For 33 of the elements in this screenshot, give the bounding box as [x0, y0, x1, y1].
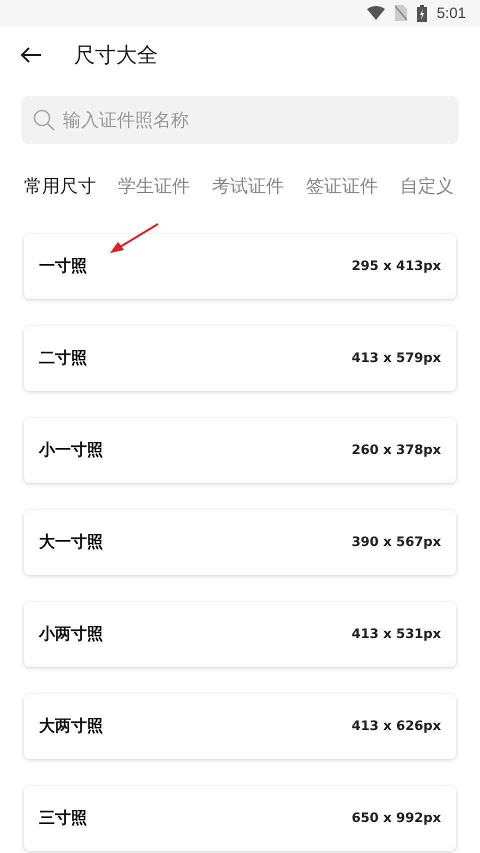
clock: 5:01	[436, 4, 466, 22]
size-card[interactable]: 大两寸照 413 x 626px	[24, 694, 456, 759]
back-icon[interactable]	[20, 46, 42, 64]
size-name: 大一寸照	[39, 532, 103, 553]
pixel-size: 413 x 626px	[352, 719, 441, 734]
page-title: 尺寸大全	[74, 42, 158, 69]
wifi-icon	[366, 6, 385, 20]
pixel-size: 413 x 579px	[352, 351, 441, 366]
search-field[interactable]: 输入证件照名称	[21, 96, 459, 144]
battery-icon	[416, 4, 427, 22]
pixel-size: 390 x 567px	[352, 535, 441, 550]
size-card[interactable]: 大一寸照 390 x 567px	[24, 510, 456, 575]
size-card[interactable]: 三寸照 650 x 992px	[24, 786, 456, 851]
pixel-size: 260 x 378px	[352, 443, 441, 458]
size-card[interactable]: 一寸照 295 x 413px	[24, 234, 456, 299]
category-tab[interactable]: 考试证件	[212, 174, 284, 198]
category-tab[interactable]: 签证证件	[306, 174, 378, 198]
size-card[interactable]: 小一寸照 260 x 378px	[24, 418, 456, 483]
pixel-size: 413 x 531px	[352, 627, 441, 642]
size-name: 小一寸照	[39, 440, 103, 461]
size-card[interactable]: 小两寸照 413 x 531px	[24, 602, 456, 667]
category-tab[interactable]: 自定义	[400, 174, 454, 198]
size-name: 三寸照	[39, 808, 87, 829]
pixel-size: 295 x 413px	[352, 259, 441, 274]
category-tab[interactable]: 常用尺寸	[24, 174, 96, 198]
pixel-size: 650 x 992px	[352, 811, 441, 826]
size-card[interactable]: 二寸照 413 x 579px	[24, 326, 456, 391]
size-name: 大两寸照	[39, 716, 103, 737]
size-name: 二寸照	[39, 348, 87, 369]
size-name: 一寸照	[39, 256, 87, 277]
category-tab[interactable]: 学生证件	[118, 174, 190, 198]
size-name: 小两寸照	[39, 624, 103, 645]
no-sim-icon	[394, 5, 407, 21]
